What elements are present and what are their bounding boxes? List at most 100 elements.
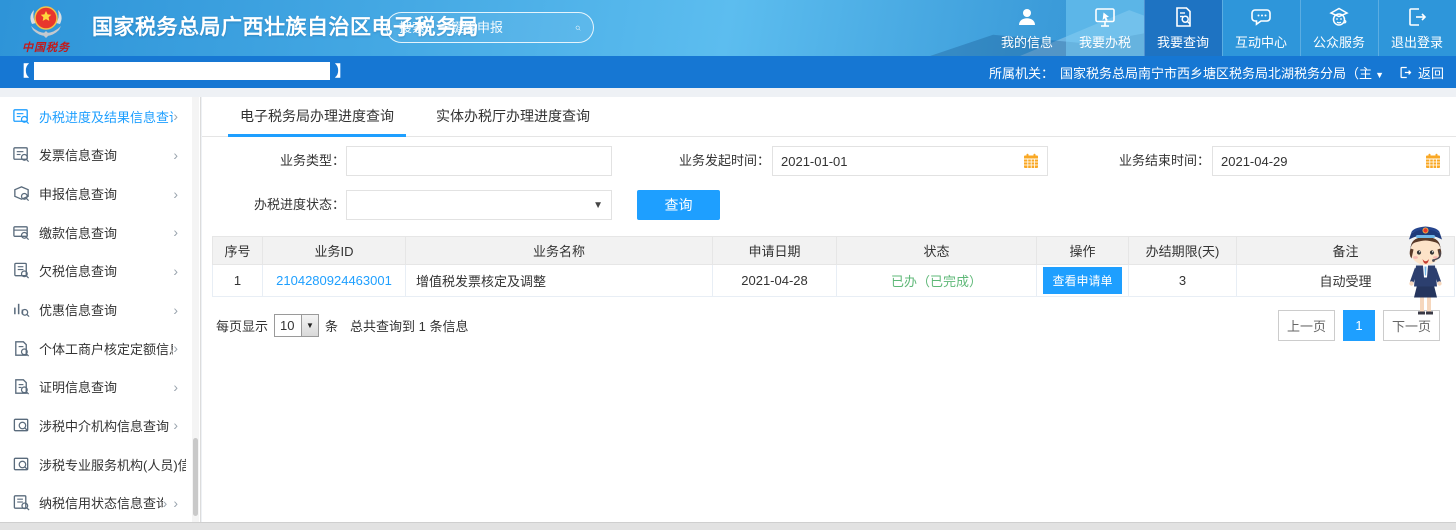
chevron-right-icon: ›	[173, 495, 178, 511]
nav-label: 我的信息	[1001, 32, 1053, 51]
sidebar-item-progress-result[interactable]: 办税进度及结果信息查询 ›	[0, 97, 192, 136]
end-time-value: 2021-04-29	[1221, 154, 1288, 169]
nav-label: 退出登录	[1391, 32, 1443, 51]
cell-business-name: 增值税发票核定及调整	[406, 265, 713, 297]
business-id-link[interactable]: 2104280924463001	[276, 273, 392, 288]
cell-seq: 1	[213, 265, 263, 297]
payment-icon	[12, 223, 31, 242]
nav-query[interactable]: 我要查询	[1144, 0, 1222, 56]
sidebar-item-invoice[interactable]: 发票信息查询 ›	[0, 136, 192, 175]
sidebar-item-label: 办税进度及结果信息查询	[39, 107, 173, 126]
sidebar-item-individual-quota[interactable]: 个体工商户核定定额信息查询 ›	[0, 329, 192, 368]
sidebar-item-credit-status[interactable]: 纳税信用状态信息查询 › ›	[0, 483, 192, 522]
sidebar-item-agency[interactable]: 涉税中介机构信息查询 ›	[0, 406, 192, 445]
business-type-input[interactable]	[346, 146, 612, 176]
bracket-open: 【	[14, 63, 29, 80]
query-button[interactable]: 查询	[637, 190, 720, 220]
back-button[interactable]: 返回	[1398, 63, 1444, 82]
nav-my-info[interactable]: 我的信息	[988, 0, 1066, 56]
cell-deadline: 3	[1129, 265, 1237, 297]
end-time-input[interactable]: 2021-04-29	[1212, 146, 1450, 176]
sidebar-scrollbar-thumb[interactable]	[193, 438, 198, 516]
nav-label: 公众服务	[1313, 32, 1365, 51]
progress-status-label: 办税进度状态：	[230, 190, 345, 220]
chevron-right-icon: ›	[173, 263, 178, 279]
sub-header-right: 所属机关： 国家税务总局南宁市西乡塘区税务局北湖税务分局（主▼ 返回	[989, 56, 1444, 88]
chevron-right-icon: ›	[173, 417, 178, 433]
sidebar-item-label: 纳税信用状态信息查询	[39, 493, 163, 512]
tab-etax-progress[interactable]: 电子税务局办理进度查询	[228, 97, 406, 136]
sidebar-item-label: 优惠信息查询	[39, 300, 173, 319]
invoice-icon	[12, 145, 31, 164]
tab-hall-progress[interactable]: 实体办税厅办理进度查询	[424, 97, 602, 136]
back-label: 返回	[1418, 63, 1444, 82]
chevron-right-icon: ›	[173, 186, 178, 202]
cell-action: 查看申请单	[1037, 265, 1129, 297]
view-application-button[interactable]: 查看申请单	[1043, 267, 1121, 294]
sidebar-item-preference[interactable]: 优惠信息查询 ›	[0, 290, 192, 329]
table-row: 1 2104280924463001 增值税发票核定及调整 2021-04-28…	[213, 265, 1455, 297]
calendar-icon[interactable]	[1425, 153, 1441, 169]
tax-officer-mascot	[1396, 215, 1454, 320]
org-value: 国家税务总局南宁市西乡塘区税务局北湖税务分局（主	[1060, 66, 1372, 81]
sidebar-item-payment[interactable]: 缴款信息查询 ›	[0, 213, 192, 252]
chevron-right-icon: ›	[173, 302, 178, 318]
caret-down-icon[interactable]: ▼	[1375, 70, 1384, 80]
tab-bar: 电子税务局办理进度查询 实体办税厅办理进度查询	[202, 97, 1456, 137]
sidebar-item-label: 发票信息查询	[39, 145, 173, 164]
per-page-prefix: 每页显示	[216, 316, 268, 335]
per-page-value: 10	[275, 315, 301, 336]
chevron-right-icon: ›	[163, 495, 168, 511]
sidebar-item-certificate[interactable]: 证明信息查询 ›	[0, 367, 192, 406]
business-type-label: 业务类型：	[230, 146, 345, 176]
return-icon	[1398, 65, 1413, 80]
start-time-input[interactable]: 2021-01-01	[772, 146, 1048, 176]
header-search[interactable]	[386, 12, 594, 43]
calendar-icon[interactable]	[1023, 153, 1039, 169]
doc-search-icon	[1171, 5, 1195, 29]
col-status: 状态	[837, 237, 1037, 265]
chevron-right-icon: ›	[173, 340, 178, 356]
sidebar-item-label: 个体工商户核定定额信息查询	[39, 339, 173, 358]
cell-apply-date: 2021-04-28	[713, 265, 837, 297]
sub-header-bar: 【 】 所属机关： 国家税务总局南宁市西乡塘区税务局北湖税务分局（主▼ 返回	[0, 56, 1456, 88]
col-business-name: 业务名称	[406, 237, 713, 265]
per-page-arrow-icon[interactable]: ▼	[301, 315, 318, 336]
nav-logout[interactable]: 退出登录	[1378, 0, 1456, 56]
per-page-unit: 条	[325, 316, 338, 335]
current-page-button[interactable]: 1	[1343, 310, 1375, 341]
status-badge: 已办（已完成）	[891, 274, 982, 289]
individual-quota-icon	[12, 339, 31, 358]
search-icon[interactable]	[575, 19, 581, 37]
nav-do-tax[interactable]: 我要办税	[1066, 0, 1144, 56]
chevron-right-icon: ›	[173, 224, 178, 240]
tax-emblem-icon	[26, 2, 66, 42]
results-table: 序号 业务ID 业务名称 申请日期 状态 操作 办结期限(天) 备注 1 210…	[212, 236, 1455, 297]
progress-result-icon	[12, 107, 31, 126]
col-apply-date: 申请日期	[713, 237, 837, 265]
nav-interaction-center[interactable]: 互动中心	[1222, 0, 1300, 56]
per-page-select[interactable]: 10 ▼	[274, 314, 319, 337]
sidebar-item-tax-owed[interactable]: 欠税信息查询 ›	[0, 252, 192, 291]
declaration-icon	[12, 184, 31, 203]
nav-label: 我要查询	[1157, 32, 1209, 51]
org-label: 所属机关：	[989, 63, 1054, 82]
tab-label: 电子税务局办理进度查询	[240, 108, 394, 124]
sidebar-item-label: 缴款信息查询	[39, 223, 173, 242]
bracket-close: 】	[335, 63, 350, 80]
search-input[interactable]	[399, 20, 575, 35]
chevron-right-icon: ›	[173, 108, 178, 124]
chevron-right-icon: ›	[173, 379, 178, 395]
redacted-taxpayer-name	[34, 62, 330, 80]
org-selector[interactable]: 国家税务总局南宁市西乡塘区税务局北湖税务分局（主▼	[1060, 63, 1384, 82]
sidebar-item-service-credit[interactable]: 涉税专业服务机构(人员)信用查询	[0, 445, 192, 484]
certificate-icon	[12, 377, 31, 396]
sidebar-item-label: 涉税专业服务机构(人员)信用查询	[39, 455, 186, 474]
credit-status-icon	[12, 493, 31, 512]
progress-status-select[interactable]: ▼	[346, 190, 612, 220]
col-business-id: 业务ID	[263, 237, 406, 265]
nav-public-service[interactable]: 公众服务	[1300, 0, 1378, 56]
sidebar-scrollbar[interactable]	[192, 97, 199, 522]
sidebar-item-declaration[interactable]: 申报信息查询 ›	[0, 174, 192, 213]
prev-page-button[interactable]: 上一页	[1278, 310, 1335, 341]
